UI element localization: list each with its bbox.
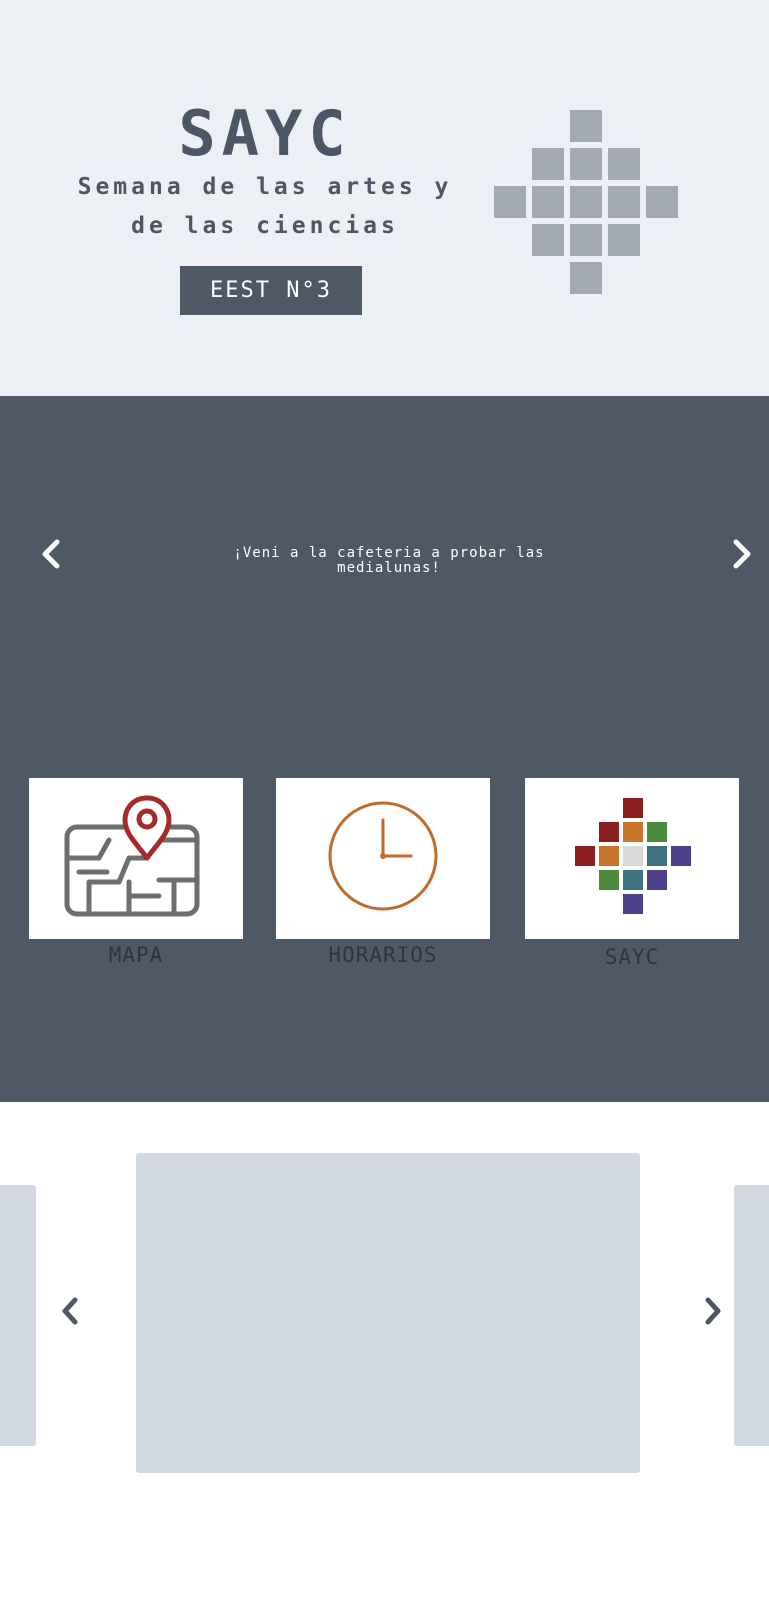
sayc-logo-icon [575, 798, 691, 914]
header: SAYC Semana de las artes y de las cienci… [0, 0, 769, 396]
carousel-prev-button[interactable] [50, 1291, 90, 1331]
announcement-next-button[interactable] [722, 534, 762, 574]
carousel-next-button[interactable] [693, 1291, 733, 1331]
map-tile[interactable] [29, 778, 243, 939]
subtitle-line-1: Semana de las artes y [77, 174, 453, 200]
sayc-label[interactable]: SAYC [525, 945, 739, 969]
page-title: SAYC [178, 97, 352, 170]
sayc-tile[interactable] [525, 778, 739, 939]
page-subtitle: Semana de las artes y de las ciencias [60, 168, 470, 246]
sayc-logo-icon [494, 110, 678, 294]
map-pin-icon [64, 795, 200, 917]
chevron-right-icon [733, 539, 751, 569]
main-band [0, 396, 769, 1102]
chevron-left-icon [62, 1297, 78, 1325]
schedule-tile[interactable] [276, 778, 490, 939]
carousel-slide-next [734, 1185, 769, 1446]
map-label[interactable]: MAPA [29, 943, 243, 967]
clock-icon [328, 801, 438, 911]
schedule-label[interactable]: HORARIOS [276, 943, 490, 967]
school-button[interactable]: EEST N°3 [180, 266, 362, 315]
chevron-right-icon [705, 1297, 721, 1325]
announcement-text: ¡Veni a la cafeteria a probar las medial… [233, 545, 545, 576]
carousel-slide-current[interactable] [136, 1153, 640, 1473]
chevron-left-icon [42, 539, 60, 569]
announcement-prev-button[interactable] [31, 534, 71, 574]
subtitle-line-2: de las ciencias [131, 213, 399, 239]
carousel-slide-previous [0, 1185, 36, 1446]
